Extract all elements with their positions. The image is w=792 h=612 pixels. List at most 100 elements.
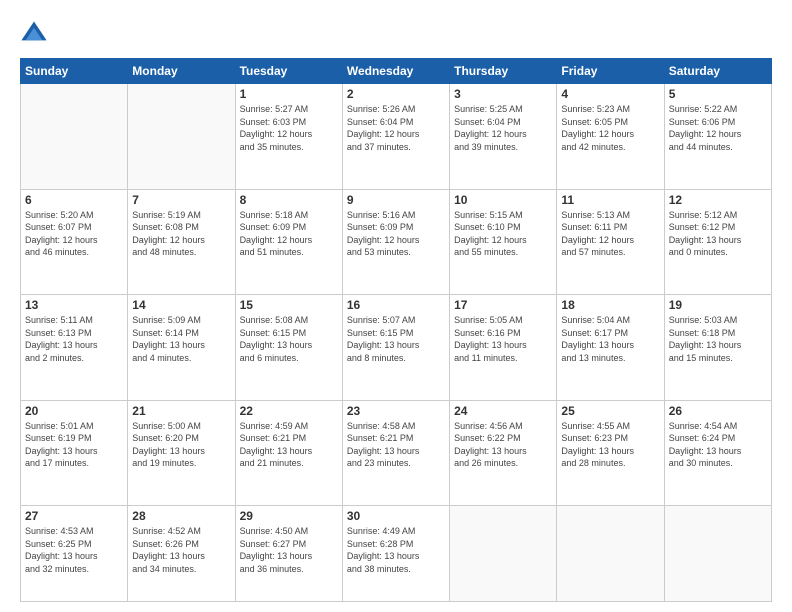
day-detail: Sunrise: 5:20 AM Sunset: 6:07 PM Dayligh… bbox=[25, 209, 123, 259]
weekday-header-row: SundayMondayTuesdayWednesdayThursdayFrid… bbox=[21, 59, 772, 84]
calendar-cell bbox=[128, 84, 235, 190]
page: SundayMondayTuesdayWednesdayThursdayFrid… bbox=[0, 0, 792, 612]
day-detail: Sunrise: 5:04 AM Sunset: 6:17 PM Dayligh… bbox=[561, 314, 659, 364]
weekday-header: Tuesday bbox=[235, 59, 342, 84]
calendar-cell: 24 Sunrise: 4:56 AM Sunset: 6:22 PM Dayli… bbox=[450, 400, 557, 506]
calendar-cell: 16 Sunrise: 5:07 AM Sunset: 6:15 PM Dayli… bbox=[342, 295, 449, 401]
day-number: 16 bbox=[347, 298, 445, 312]
day-detail: Sunrise: 5:26 AM Sunset: 6:04 PM Dayligh… bbox=[347, 103, 445, 153]
calendar-cell: 26 Sunrise: 4:54 AM Sunset: 6:24 PM Dayli… bbox=[664, 400, 771, 506]
weekday-header: Wednesday bbox=[342, 59, 449, 84]
day-number: 24 bbox=[454, 404, 552, 418]
weekday-header: Monday bbox=[128, 59, 235, 84]
day-number: 26 bbox=[669, 404, 767, 418]
logo-icon bbox=[20, 18, 48, 46]
day-number: 9 bbox=[347, 193, 445, 207]
calendar-row: 13 Sunrise: 5:11 AM Sunset: 6:13 PM Dayli… bbox=[21, 295, 772, 401]
day-detail: Sunrise: 5:12 AM Sunset: 6:12 PM Dayligh… bbox=[669, 209, 767, 259]
day-number: 22 bbox=[240, 404, 338, 418]
calendar-cell: 5Sunrise: 5:22 AM Sunset: 6:06 PM Daylig… bbox=[664, 84, 771, 190]
day-number: 7 bbox=[132, 193, 230, 207]
weekday-header: Sunday bbox=[21, 59, 128, 84]
day-detail: Sunrise: 5:15 AM Sunset: 6:10 PM Dayligh… bbox=[454, 209, 552, 259]
calendar-cell: 14Sunrise: 5:09 AM Sunset: 6:14 PM Dayli… bbox=[128, 295, 235, 401]
calendar-row: 6 Sunrise: 5:20 AM Sunset: 6:07 PM Daylig… bbox=[21, 189, 772, 295]
calendar-cell: 10 Sunrise: 5:15 AM Sunset: 6:10 PM Dayli… bbox=[450, 189, 557, 295]
day-detail: Sunrise: 4:58 AM Sunset: 6:21 PM Dayligh… bbox=[347, 420, 445, 470]
calendar-cell: 12 Sunrise: 5:12 AM Sunset: 6:12 PM Dayli… bbox=[664, 189, 771, 295]
calendar-cell: 23Sunrise: 4:58 AM Sunset: 6:21 PM Dayli… bbox=[342, 400, 449, 506]
day-number: 13 bbox=[25, 298, 123, 312]
calendar-cell: 28Sunrise: 4:52 AM Sunset: 6:26 PM Dayli… bbox=[128, 506, 235, 602]
calendar-cell: 21 Sunrise: 5:00 AM Sunset: 6:20 PM Dayli… bbox=[128, 400, 235, 506]
day-number: 11 bbox=[561, 193, 659, 207]
header bbox=[20, 18, 772, 46]
day-detail: Sunrise: 4:50 AM Sunset: 6:27 PM Dayligh… bbox=[240, 525, 338, 575]
day-number: 30 bbox=[347, 509, 445, 523]
calendar-cell bbox=[21, 84, 128, 190]
day-detail: Sunrise: 5:01 AM Sunset: 6:19 PM Dayligh… bbox=[25, 420, 123, 470]
day-number: 10 bbox=[454, 193, 552, 207]
day-number: 14 bbox=[132, 298, 230, 312]
day-detail: Sunrise: 5:22 AM Sunset: 6:06 PM Dayligh… bbox=[669, 103, 767, 153]
weekday-header: Friday bbox=[557, 59, 664, 84]
day-detail: Sunrise: 5:18 AM Sunset: 6:09 PM Dayligh… bbox=[240, 209, 338, 259]
day-number: 4 bbox=[561, 87, 659, 101]
day-number: 8 bbox=[240, 193, 338, 207]
calendar-cell: 1Sunrise: 5:27 AM Sunset: 6:03 PM Daylig… bbox=[235, 84, 342, 190]
calendar-row: 27Sunrise: 4:53 AM Sunset: 6:25 PM Dayli… bbox=[21, 506, 772, 602]
day-number: 12 bbox=[669, 193, 767, 207]
day-number: 3 bbox=[454, 87, 552, 101]
calendar-cell: 8 Sunrise: 5:18 AM Sunset: 6:09 PM Daylig… bbox=[235, 189, 342, 295]
day-detail: Sunrise: 5:19 AM Sunset: 6:08 PM Dayligh… bbox=[132, 209, 230, 259]
day-number: 29 bbox=[240, 509, 338, 523]
day-detail: Sunrise: 5:23 AM Sunset: 6:05 PM Dayligh… bbox=[561, 103, 659, 153]
day-detail: Sunrise: 5:03 AM Sunset: 6:18 PM Dayligh… bbox=[669, 314, 767, 364]
calendar-cell: 30 Sunrise: 4:49 AM Sunset: 6:28 PM Dayli… bbox=[342, 506, 449, 602]
calendar-table: SundayMondayTuesdayWednesdayThursdayFrid… bbox=[20, 58, 772, 602]
weekday-header: Thursday bbox=[450, 59, 557, 84]
day-detail: Sunrise: 4:56 AM Sunset: 6:22 PM Dayligh… bbox=[454, 420, 552, 470]
calendar-cell: 22 Sunrise: 4:59 AM Sunset: 6:21 PM Dayli… bbox=[235, 400, 342, 506]
calendar-cell: 4 Sunrise: 5:23 AM Sunset: 6:05 PM Daylig… bbox=[557, 84, 664, 190]
day-detail: Sunrise: 5:13 AM Sunset: 6:11 PM Dayligh… bbox=[561, 209, 659, 259]
day-detail: Sunrise: 5:11 AM Sunset: 6:13 PM Dayligh… bbox=[25, 314, 123, 364]
day-number: 1 bbox=[240, 87, 338, 101]
calendar-cell: 2 Sunrise: 5:26 AM Sunset: 6:04 PM Daylig… bbox=[342, 84, 449, 190]
day-detail: Sunrise: 4:54 AM Sunset: 6:24 PM Dayligh… bbox=[669, 420, 767, 470]
day-detail: Sunrise: 4:53 AM Sunset: 6:25 PM Dayligh… bbox=[25, 525, 123, 575]
day-number: 2 bbox=[347, 87, 445, 101]
calendar-cell: 17 Sunrise: 5:05 AM Sunset: 6:16 PM Dayli… bbox=[450, 295, 557, 401]
calendar-cell bbox=[450, 506, 557, 602]
calendar-cell: 27Sunrise: 4:53 AM Sunset: 6:25 PM Dayli… bbox=[21, 506, 128, 602]
calendar-cell: 13 Sunrise: 5:11 AM Sunset: 6:13 PM Dayli… bbox=[21, 295, 128, 401]
day-detail: Sunrise: 5:07 AM Sunset: 6:15 PM Dayligh… bbox=[347, 314, 445, 364]
day-detail: Sunrise: 5:16 AM Sunset: 6:09 PM Dayligh… bbox=[347, 209, 445, 259]
day-detail: Sunrise: 5:00 AM Sunset: 6:20 PM Dayligh… bbox=[132, 420, 230, 470]
calendar-cell: 3 Sunrise: 5:25 AM Sunset: 6:04 PM Daylig… bbox=[450, 84, 557, 190]
day-detail: Sunrise: 5:05 AM Sunset: 6:16 PM Dayligh… bbox=[454, 314, 552, 364]
calendar-cell: 9 Sunrise: 5:16 AM Sunset: 6:09 PM Daylig… bbox=[342, 189, 449, 295]
day-number: 17 bbox=[454, 298, 552, 312]
calendar-cell: 18Sunrise: 5:04 AM Sunset: 6:17 PM Dayli… bbox=[557, 295, 664, 401]
calendar-row: 20Sunrise: 5:01 AM Sunset: 6:19 PM Dayli… bbox=[21, 400, 772, 506]
day-detail: Sunrise: 4:49 AM Sunset: 6:28 PM Dayligh… bbox=[347, 525, 445, 575]
day-number: 21 bbox=[132, 404, 230, 418]
calendar-cell: 29 Sunrise: 4:50 AM Sunset: 6:27 PM Dayli… bbox=[235, 506, 342, 602]
calendar-cell bbox=[557, 506, 664, 602]
day-detail: Sunrise: 5:25 AM Sunset: 6:04 PM Dayligh… bbox=[454, 103, 552, 153]
day-detail: Sunrise: 4:59 AM Sunset: 6:21 PM Dayligh… bbox=[240, 420, 338, 470]
calendar-cell: 7 Sunrise: 5:19 AM Sunset: 6:08 PM Daylig… bbox=[128, 189, 235, 295]
day-detail: Sunrise: 4:55 AM Sunset: 6:23 PM Dayligh… bbox=[561, 420, 659, 470]
day-number: 15 bbox=[240, 298, 338, 312]
calendar-cell: 11 Sunrise: 5:13 AM Sunset: 6:11 PM Dayli… bbox=[557, 189, 664, 295]
day-number: 25 bbox=[561, 404, 659, 418]
logo bbox=[20, 18, 52, 46]
day-number: 19 bbox=[669, 298, 767, 312]
calendar-cell: 20Sunrise: 5:01 AM Sunset: 6:19 PM Dayli… bbox=[21, 400, 128, 506]
weekday-header: Saturday bbox=[664, 59, 771, 84]
calendar-cell: 19 Sunrise: 5:03 AM Sunset: 6:18 PM Dayli… bbox=[664, 295, 771, 401]
day-number: 28 bbox=[132, 509, 230, 523]
calendar-cell: 15Sunrise: 5:08 AM Sunset: 6:15 PM Dayli… bbox=[235, 295, 342, 401]
day-number: 6 bbox=[25, 193, 123, 207]
